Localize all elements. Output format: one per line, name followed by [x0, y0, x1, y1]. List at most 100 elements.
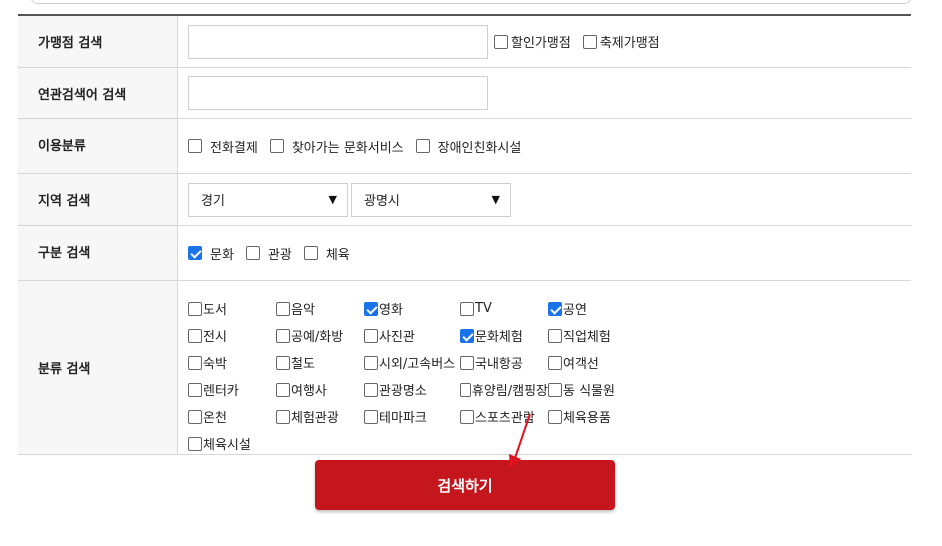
classification-checkbox[interactable]: 휴양림/캠핑장	[460, 380, 548, 399]
classification-checkbox[interactable]: 동 식물원	[548, 380, 636, 399]
checkbox-box[interactable]	[364, 301, 378, 316]
classification-checkbox[interactable]: 체육용품	[548, 407, 636, 426]
classification-checkbox-label: 도서	[203, 303, 227, 318]
classification-checkbox[interactable]: 시외/고속버스	[364, 353, 460, 372]
classification-checkbox-label: 동 식물원	[563, 384, 615, 399]
checkbox-box[interactable]	[276, 328, 290, 343]
classification-checkbox-label: 문화체험	[475, 330, 523, 345]
classification-checkbox-label: 공예/화방	[291, 330, 344, 345]
classification-checkbox[interactable]: 영화	[364, 299, 460, 318]
checkbox-box[interactable]	[188, 328, 202, 343]
classification-checkbox-label: 온천	[203, 411, 227, 426]
store-search-input[interactable]	[188, 24, 488, 59]
classification-checkbox[interactable]: 온천	[188, 407, 276, 426]
checkbox-box[interactable]	[494, 34, 508, 49]
keyword-search-row: 연관검색어 검색	[18, 68, 911, 119]
checkbox-box[interactable]	[460, 328, 474, 343]
checkbox-box[interactable]	[188, 355, 202, 370]
annotation-arrow-icon	[509, 413, 531, 468]
checkbox-box[interactable]	[582, 34, 597, 49]
classification-checkbox-label: 국내항공	[475, 357, 523, 372]
classification-checkbox-label: 숙박	[203, 357, 227, 372]
classification-checkbox[interactable]: 공예/화방	[276, 326, 364, 345]
city-select[interactable]: 광명시 ▼	[351, 182, 511, 217]
store-search-row: 가맹점 검색 할인가맹점 축제가맹점	[18, 16, 911, 68]
classification-checkbox-label: 영화	[379, 303, 403, 318]
visiting-culture-service-checkbox[interactable]: 찾아가는 문화서비스	[269, 137, 404, 156]
tourism-checkbox[interactable]: 관광	[245, 244, 292, 263]
classification-label: 분류 검색	[18, 281, 178, 454]
previous-panel-edge	[30, 0, 912, 4]
checkbox-box[interactable]	[548, 301, 562, 316]
category-row: 구분 검색 문화 관광 체육	[18, 226, 911, 281]
checkbox-box[interactable]	[188, 409, 202, 424]
classification-checkbox[interactable]: 숙박	[188, 353, 276, 372]
checkbox-box[interactable]	[460, 409, 474, 424]
festival-store-checkbox[interactable]: 축제가맹점	[582, 32, 660, 51]
checkbox-box[interactable]	[460, 382, 471, 397]
checkbox-box[interactable]	[276, 355, 290, 370]
phone-payment-checkbox[interactable]: 전화결제	[188, 137, 258, 156]
classification-checkbox-label: 직업체험	[563, 330, 611, 345]
chevron-down-icon: ▼	[491, 193, 500, 206]
classification-checkbox[interactable]: 체험관광	[276, 407, 364, 426]
classification-checkbox-label: 휴양림/캠핑장	[471, 384, 548, 399]
classification-checkbox[interactable]: 전시	[188, 326, 276, 345]
checkbox-box[interactable]	[364, 409, 378, 424]
classification-checkbox[interactable]: 공연	[548, 299, 636, 318]
chevron-down-icon: ▼	[328, 193, 337, 206]
checkbox-box[interactable]	[188, 301, 202, 316]
classification-checkbox-label: TV	[475, 301, 492, 316]
classification-checkbox[interactable]: 여행사	[276, 380, 364, 399]
classification-checkbox[interactable]: TV	[460, 299, 548, 318]
province-select[interactable]: 경기 ▼	[188, 182, 348, 217]
sports-checkbox[interactable]: 체육	[303, 244, 350, 263]
culture-checkbox[interactable]: 문화	[188, 244, 234, 263]
checkbox-box[interactable]	[276, 382, 290, 397]
classification-checkbox[interactable]: 렌터카	[188, 380, 276, 399]
search-button[interactable]: 검색하기	[315, 460, 615, 510]
checkbox-box[interactable]	[364, 355, 378, 370]
classification-checkbox-label: 음악	[291, 303, 315, 318]
checkbox-box[interactable]	[548, 355, 562, 370]
checkbox-box[interactable]	[364, 328, 378, 343]
classification-checkbox[interactable]: 도서	[188, 299, 276, 318]
search-form: 가맹점 검색 할인가맹점 축제가맹점 연관검색어 검색 이용분류 전화결제 찾아…	[18, 14, 911, 455]
checkbox-box[interactable]	[548, 328, 562, 343]
disability-friendly-checkbox[interactable]: 장애인친화시설	[415, 137, 521, 156]
classification-checkbox-label: 렌터카	[203, 384, 239, 399]
checkbox-box[interactable]	[460, 301, 474, 316]
checkbox-box[interactable]	[276, 409, 290, 424]
classification-checkbox[interactable]: 음악	[276, 299, 364, 318]
checkbox-box[interactable]	[460, 355, 474, 370]
checkbox-box[interactable]	[548, 409, 562, 424]
classification-checkbox[interactable]: 직업체험	[548, 326, 636, 345]
keyword-search-input[interactable]	[188, 76, 488, 110]
classification-checkbox[interactable]: 관광명소	[364, 380, 460, 399]
classification-checkbox[interactable]: 사진관	[364, 326, 460, 345]
classification-checkbox[interactable]: 철도	[276, 353, 364, 372]
checkbox-box[interactable]	[364, 382, 378, 397]
classification-checkbox[interactable]: 체육시설	[188, 434, 276, 453]
checkbox-box[interactable]	[276, 301, 290, 316]
classification-checkbox[interactable]: 국내항공	[460, 353, 548, 372]
checkbox-box[interactable]	[188, 382, 202, 397]
category-label: 구분 검색	[18, 226, 178, 280]
store-search-label: 가맹점 검색	[18, 16, 178, 67]
classification-checkbox[interactable]: 여객선	[548, 353, 636, 372]
classification-checkbox-label: 관광명소	[379, 384, 427, 399]
discount-store-checkbox[interactable]: 할인가맹점	[494, 32, 571, 51]
classification-checkbox-label: 철도	[291, 357, 315, 372]
classification-checkbox-label: 테마파크	[379, 411, 427, 426]
classification-checkbox[interactable]: 테마파크	[364, 407, 460, 426]
usage-type-row: 이용분류 전화결제 찾아가는 문화서비스 장애인친화시설	[18, 119, 911, 174]
classification-checkbox[interactable]: 문화체험	[460, 326, 548, 345]
classification-checkbox-label: 여객선	[563, 357, 599, 372]
classification-checkbox-label: 체육용품	[563, 411, 611, 426]
classification-grid: 도서 음악 영화 TV 공연전시 공예/화방 사진관 문화체험 직업체험숙박 철도 시외/고속버스 국…	[188, 295, 636, 453]
classification-checkbox-label: 전시	[203, 330, 227, 345]
checkbox-box[interactable]	[548, 382, 562, 397]
region-row: 지역 검색 경기 ▼ 광명시 ▼	[18, 174, 911, 226]
checkbox-box[interactable]	[188, 436, 202, 451]
classification-checkbox-label: 체육시설	[203, 438, 251, 453]
